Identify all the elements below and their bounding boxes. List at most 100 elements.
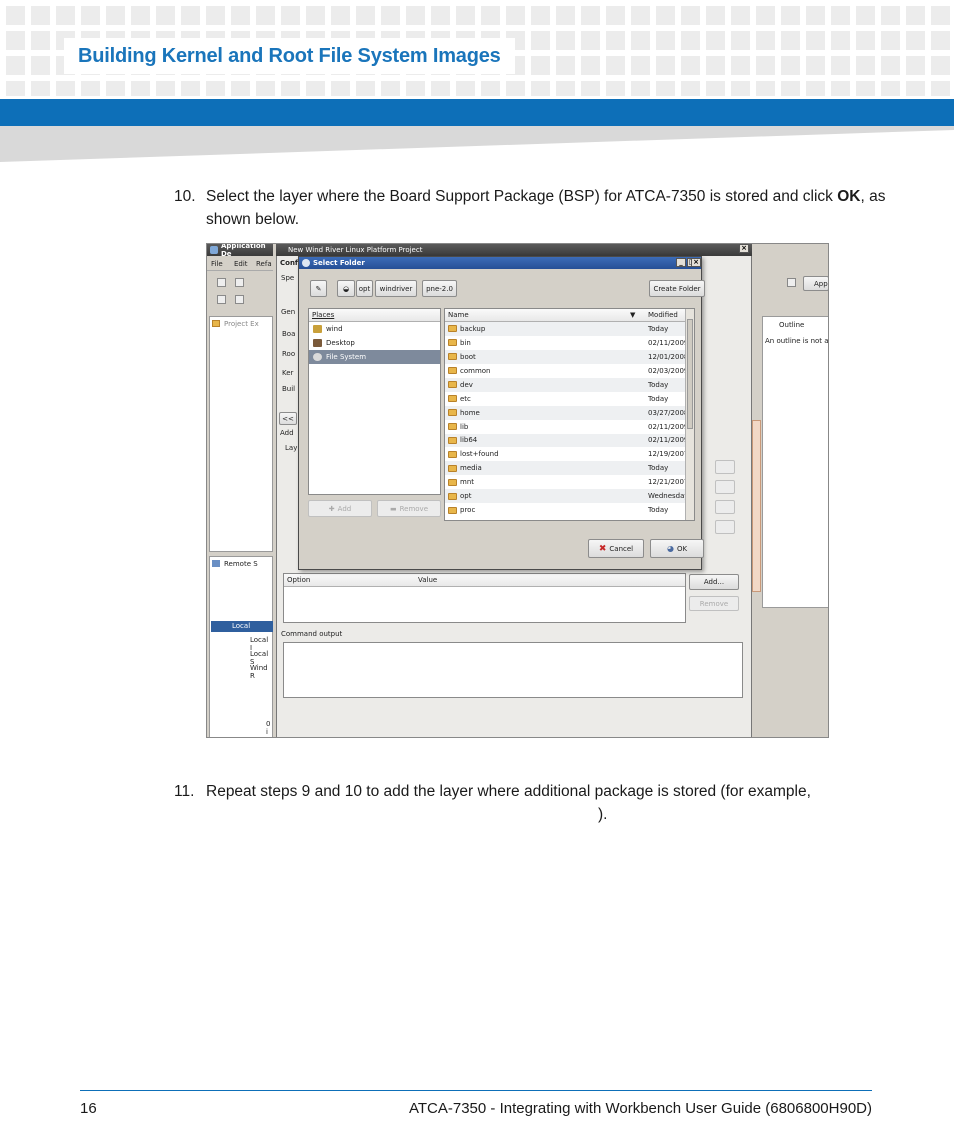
col-name[interactable]: Name: [448, 311, 469, 319]
sort-chevron-down-icon[interactable]: ▼: [630, 311, 635, 319]
place-desktop[interactable]: Desktop: [309, 336, 440, 350]
drive-icon-button[interactable]: ◒: [337, 280, 355, 297]
tree-item-local[interactable]: Local: [232, 622, 250, 630]
files-scrollbar[interactable]: [685, 309, 694, 520]
cancel-button[interactable]: ✖ Cancel: [588, 539, 644, 558]
project-explorer-tab[interactable]: Project Ex: [224, 320, 259, 328]
menu-refactor[interactable]: Refa: [256, 260, 272, 268]
wizard-label-kernel: Ker: [282, 369, 294, 377]
path-button-windriver[interactable]: windriver: [375, 280, 417, 297]
side-button-4[interactable]: [715, 520, 735, 534]
close-icon[interactable]: ×: [691, 258, 701, 267]
file-row[interactable]: proc Today: [445, 503, 694, 517]
debug-icon[interactable]: [217, 295, 226, 304]
file-rows: backup Today bin 02/11/2009 boot 12/01/2008 co…: [445, 322, 694, 517]
wizard-label-build: Buil: [282, 385, 296, 393]
file-name: dev: [460, 380, 473, 389]
places-add-button[interactable]: ✚ Add: [308, 500, 372, 517]
edit-path-icon[interactable]: ✎: [310, 280, 327, 297]
col-option[interactable]: Option: [287, 576, 310, 584]
step-text: Repeat steps 9 and 10 to add the layer w…: [206, 783, 811, 800]
file-name: lost+found: [460, 450, 499, 459]
col-value[interactable]: Value: [418, 576, 437, 584]
file-modified: 12/21/2007: [648, 478, 689, 487]
folder-icon: [448, 325, 457, 333]
tree-item-wind-r[interactable]: Wind R: [250, 664, 272, 680]
wizard-label-board: Boa: [282, 330, 296, 338]
folder-icon: [448, 339, 457, 347]
file-row[interactable]: lib64 02/11/2009: [445, 433, 694, 448]
file-modified: Today: [648, 394, 669, 403]
side-button-2[interactable]: [715, 480, 735, 494]
file-row[interactable]: lib 02/11/2009: [445, 420, 694, 434]
option-add-button[interactable]: Add...: [689, 574, 739, 590]
perspective-icon[interactable]: [787, 278, 796, 287]
file-modified: Wednesday: [648, 492, 689, 501]
outline-tab[interactable]: Outline: [779, 321, 804, 329]
select-folder-dialog: Select Folder _ □ × ✎ ◒ opt windriver pn…: [298, 256, 705, 570]
place-wind[interactable]: wind: [309, 322, 440, 336]
place-file-system[interactable]: File System: [309, 350, 440, 364]
command-output-label: Command output: [281, 630, 343, 638]
col-modified[interactable]: Modified: [648, 311, 678, 319]
wizard-scrollbar[interactable]: [752, 420, 761, 592]
config-tab[interactable]: Conf: [280, 259, 298, 267]
side-button-1[interactable]: [715, 460, 735, 474]
wizard-close-icon[interactable]: ×: [739, 244, 749, 253]
create-folder-button[interactable]: Create Folder: [649, 280, 705, 297]
file-row[interactable]: media Today: [445, 461, 694, 476]
file-name: lib: [460, 422, 469, 431]
ok-button[interactable]: ◕ OK: [650, 539, 704, 558]
project-explorer-pane: Project Ex: [209, 316, 273, 552]
save-icon[interactable]: [235, 295, 244, 304]
option-remove-button[interactable]: Remove: [689, 596, 739, 611]
file-row[interactable]: lost+found 12/19/2007: [445, 447, 694, 461]
file-name: boot: [460, 352, 476, 361]
file-modified: Today: [648, 324, 669, 333]
file-row[interactable]: boot 12/01/2008: [445, 349, 694, 364]
remote-tab[interactable]: Remote S: [224, 560, 258, 568]
perspective-button[interactable]: Appl: [803, 276, 828, 291]
file-name: backup: [460, 324, 486, 333]
file-row[interactable]: bin 02/11/2009: [445, 336, 694, 350]
ok-emphasis: OK: [837, 188, 861, 205]
menu-edit[interactable]: Edit: [234, 260, 248, 268]
open-icon[interactable]: [235, 278, 244, 287]
file-row[interactable]: opt Wednesday: [445, 489, 694, 504]
places-remove-button[interactable]: ▬ Remove: [377, 500, 441, 517]
path-button-opt[interactable]: opt: [356, 280, 373, 297]
file-modified: Today: [648, 464, 669, 473]
dialog-titlebar: Select Folder: [299, 257, 701, 269]
ok-icon: ◕: [666, 544, 674, 553]
dialog-title: Select Folder: [313, 259, 365, 267]
file-name: home: [460, 408, 480, 417]
step-number: 10.: [174, 188, 196, 205]
status-text: 0 i: [266, 720, 271, 736]
menu-file[interactable]: File: [211, 260, 223, 268]
file-row[interactable]: etc Today: [445, 392, 694, 406]
file-row[interactable]: dev Today: [445, 377, 694, 392]
file-modified: Today: [648, 506, 669, 515]
file-row[interactable]: mnt 12/21/2007: [445, 475, 694, 489]
path-button-pne[interactable]: pne-2.0: [422, 280, 457, 297]
back-button[interactable]: <<: [279, 412, 297, 425]
doc-title: ATCA-7350 - Integrating with Workbench U…: [408, 1100, 872, 1117]
wizard-label-add: Add: [280, 429, 294, 437]
step-number: 11.: [174, 783, 195, 800]
file-row[interactable]: backup Today: [445, 322, 694, 336]
side-button-3[interactable]: [715, 500, 735, 514]
command-output-box[interactable]: [283, 642, 743, 698]
remote-icon: [212, 560, 220, 567]
new-icon[interactable]: [217, 278, 226, 287]
file-row[interactable]: common 02/03/2009: [445, 364, 694, 378]
places-header: Places: [309, 309, 440, 322]
step-text: Select the layer where the Board Support…: [206, 188, 886, 228]
step-text-line2: ).: [598, 806, 608, 823]
files-scroll-thumb[interactable]: [687, 319, 693, 429]
file-modified: 02/11/2009: [648, 422, 689, 431]
minimize-icon[interactable]: _: [676, 258, 686, 267]
file-row[interactable]: home 03/27/2008: [445, 405, 694, 420]
file-name: common: [460, 366, 491, 375]
file-modified: 12/01/2008: [648, 352, 689, 361]
workbench-screenshot: Application De File Edit Refa Project Ex…: [206, 243, 829, 738]
